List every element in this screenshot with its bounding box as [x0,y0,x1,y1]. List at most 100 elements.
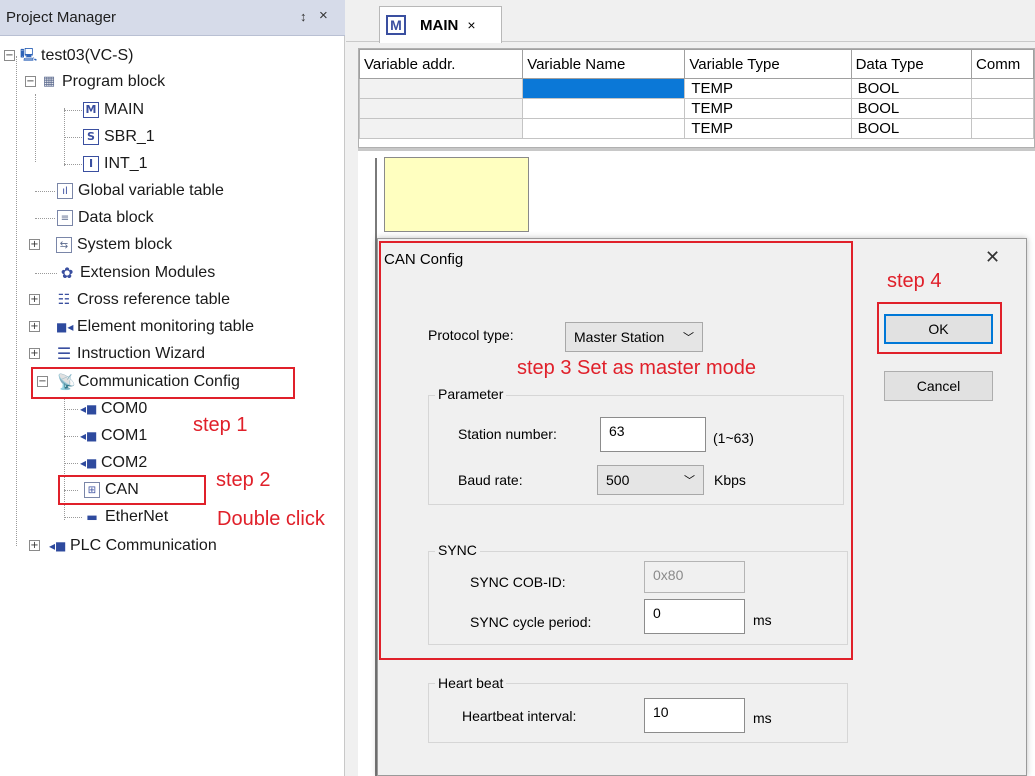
cancel-button[interactable]: Cancel [884,371,993,401]
collapse-icon[interactable]: − [25,76,36,87]
tree-item-instruction-wizard[interactable]: + ☰ Instruction Wizard [29,342,205,366]
list-table-icon: ☷ [57,292,71,308]
tree-item-label: COM1 [101,427,148,444]
close-tab-icon[interactable]: × [467,17,475,33]
tree-item-project[interactable]: − 🖳 test03(VC-S) [4,44,133,68]
step4-highlight-box [877,302,1002,354]
table-cell[interactable] [971,118,1034,139]
expand-icon[interactable]: + [29,321,40,332]
table-cell[interactable]: BOOL [850,78,973,99]
pin-icon[interactable]: ↕ [300,9,307,24]
monitor-icon: ■◂ [56,320,74,334]
step3-highlight-box [379,241,853,660]
expand-icon[interactable]: + [29,239,40,250]
table-row[interactable]: TEMP BOOL [359,98,1034,119]
column-header[interactable]: Variable Type [684,49,852,79]
table-header-row: Variable addr. Variable Name Variable Ty… [359,49,1034,79]
table-cell[interactable]: TEMP [684,98,852,119]
tree-line [64,517,82,518]
column-header[interactable]: Comm [971,49,1034,79]
tree-line [64,436,78,437]
computer-icon: 🖳 [20,48,38,63]
plug-icon: ◂■ [80,402,98,416]
table-cell[interactable]: BOOL [850,98,973,119]
table-cell[interactable] [971,98,1034,119]
table-cell[interactable] [359,118,524,139]
tree-item-com0[interactable]: ◂■ COM0 [80,397,147,421]
table-cell[interactable]: TEMP [684,118,852,139]
step4-annotation: step 4 [887,270,942,292]
tree-item-element-monitoring-table[interactable]: + ■◂ Element monitoring table [29,315,254,339]
tree-item-label: MAIN [104,101,144,118]
heartbeat-group-title: Heart beat [435,675,507,691]
table-cell[interactable] [359,98,524,119]
tree-line [64,110,82,111]
tree-item-main[interactable]: M MAIN [83,98,144,122]
project-manager-title: Project Manager [6,9,117,26]
plug-icon: ◂■ [49,539,67,553]
tree-item-label: COM0 [101,400,148,417]
collapse-icon[interactable]: − [4,50,15,61]
heartbeat-interval-label: Heartbeat interval: [462,708,577,724]
tree-line [35,273,57,274]
tree-item-label: Instruction Wizard [77,345,206,362]
tree-item-sbr[interactable]: S SBR_1 [83,125,155,149]
table-cell[interactable] [359,78,524,99]
subroutine-icon: S [83,129,99,145]
tree-item-label: Extension Modules [80,264,216,281]
column-header[interactable]: Data Type [850,49,973,79]
interrupt-icon: I [83,156,99,172]
heartbeat-interval-unit: ms [753,710,772,726]
tree-item-system-block[interactable]: + ⇆ System block [29,233,172,257]
tree-item-plc-communication[interactable]: + ◂■ PLC Communication [29,534,217,558]
tree-item-label: INT_1 [104,155,148,172]
wizard-list-icon: ☰ [56,344,72,363]
tree-item-extension-modules[interactable]: ✿ Extension Modules [59,261,215,285]
tree-item-program-block[interactable]: − ▦ Program block [25,70,165,94]
tree-item-int[interactable]: I INT_1 [83,152,148,176]
tree-item-label: Cross reference table [77,291,230,308]
system-block-icon: ⇆ [56,237,72,253]
tree-line [16,56,17,546]
table-cell-selected[interactable] [522,78,686,99]
table-row[interactable]: TEMP BOOL [359,118,1034,139]
tree-item-com2[interactable]: ◂■ COM2 [80,451,147,475]
gear-icon: ✿ [60,264,74,282]
column-header[interactable]: Variable addr. [359,49,524,79]
tree-item-label: System block [77,236,173,253]
column-header[interactable]: Variable Name [522,49,686,79]
heartbeat-interval-input[interactable]: 10 [644,698,745,733]
tree-line [64,463,78,464]
tab-label: MAIN [420,16,459,34]
tree-item-data-block[interactable]: ≡ Data block [57,206,154,230]
expand-icon[interactable]: + [29,294,40,305]
tree-item-label: COM2 [101,454,148,471]
close-pane-icon[interactable]: × [319,7,328,24]
data-block-icon: ≡ [57,210,73,226]
tree-item-label: SBR_1 [104,128,155,145]
close-dialog-icon[interactable]: ✕ [985,247,1000,268]
tree-line [35,94,36,162]
plug-icon: ◂■ [80,456,98,470]
step2-highlight-box [58,475,206,505]
step1-annotation: step 1 [193,414,248,436]
table-cell[interactable]: BOOL [850,118,973,139]
tree-line [64,409,78,410]
expand-icon[interactable]: + [29,540,40,551]
tree-line [35,191,55,192]
table-cell[interactable]: TEMP [684,78,852,99]
tab-main[interactable]: M MAIN × [379,6,502,43]
tree-item-label: test03(VC-S) [41,47,134,64]
table-cell[interactable] [522,118,686,139]
tree-item-cross-reference-table[interactable]: + ☷ Cross reference table [29,288,230,312]
table-row[interactable]: TEMP BOOL [359,78,1034,99]
network-comment-block[interactable] [384,157,529,232]
plug-icon: ◂■ [80,429,98,443]
table-cell[interactable] [971,78,1034,99]
tree-item-com1[interactable]: ◂■ COM1 [80,424,147,448]
tree-item-label: Element monitoring table [77,318,254,335]
tree-item-global-variable-table[interactable]: ıl Global variable table [57,179,224,203]
tree-item-ethernet[interactable]: ▬ EtherNet [84,505,168,529]
expand-icon[interactable]: + [29,348,40,359]
table-cell[interactable] [522,98,686,119]
